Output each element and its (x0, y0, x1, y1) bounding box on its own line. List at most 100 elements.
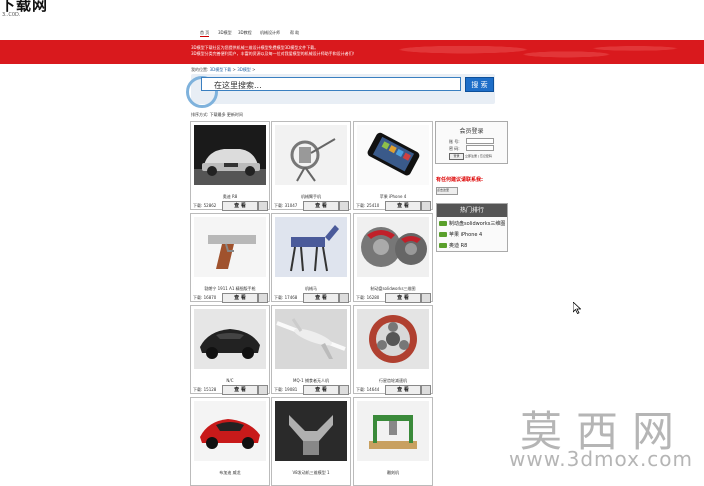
search-button[interactable]: 搜 索 (465, 77, 494, 92)
download-count: 下载: 31047 (274, 203, 298, 208)
view-button[interactable]: 查 看 (385, 293, 421, 303)
product-card[interactable]: 苹果 iPhone 4 下载: 25410 查 看 (353, 121, 433, 211)
product-card[interactable]: 奥迪 R8 下载: 52862 查 看 (190, 121, 270, 211)
ranking-item-label[interactable]: 苹果 iPhone 4 (449, 232, 482, 238)
breadcrumb-tail: > (252, 67, 256, 72)
arrow-right-icon (439, 221, 447, 226)
robot-arm-thumbnail[interactable] (275, 125, 347, 185)
download-count: 下载: 15128 (193, 387, 217, 392)
product-name[interactable]: 制动盘solidworks三维图 (354, 286, 432, 292)
breadcrumb-link-download[interactable]: 3D模型下载 (210, 67, 232, 72)
contact-notice: 有任何建议请联系我: (436, 177, 484, 183)
hot-ranking-box: 热门排行 制动盘solidworks三维图 苹果 iPhone 4 奥迪 R8 (436, 203, 508, 252)
view-button[interactable]: 查 看 (303, 385, 339, 395)
download-count: 下载: 17468 (274, 295, 298, 300)
product-name[interactable]: 布加迪 威龙 (191, 470, 269, 476)
view-button[interactable]: 查 看 (222, 201, 258, 211)
login-title: 会员登录 (459, 128, 484, 135)
view-button[interactable]: 查 看 (303, 201, 339, 211)
contact-link[interactable]: 点击这里 (436, 187, 458, 195)
product-card[interactable]: V8发动机三维模型 1 (271, 397, 351, 486)
product-card[interactable]: MQ-1 捕食者无人机 下载: 19081 查 看 (271, 305, 351, 395)
more-button[interactable] (258, 293, 268, 303)
product-card[interactable]: 机械臂手机 下载: 31047 查 看 (271, 121, 351, 211)
more-button[interactable] (421, 385, 431, 395)
view-button[interactable]: 查 看 (385, 385, 421, 395)
iphone-thumbnail[interactable] (357, 125, 429, 185)
nav-item-3d-tutorials[interactable]: 3D教程 (238, 30, 252, 36)
ranking-item[interactable]: 奥迪 R8 (439, 242, 467, 249)
product-name[interactable]: 奥迪 R8 (191, 194, 269, 200)
ranking-item[interactable]: 苹果 iPhone 4 (439, 231, 482, 238)
register-link[interactable]: 立即注册 | 忘记密码 (465, 154, 492, 158)
more-button[interactable] (421, 293, 431, 303)
product-card[interactable]: 机械马 下载: 17468 查 看 (271, 213, 351, 303)
site-subtitle: 3..C0D. (2, 12, 21, 18)
more-button[interactable] (258, 385, 268, 395)
concept-car-thumbnail[interactable] (194, 309, 266, 369)
arrow-right-icon (439, 232, 447, 237)
breadcrumb: 我的位置: 3D模型下载 > 3D模型 > (191, 67, 255, 73)
bugatti-thumbnail[interactable] (194, 401, 266, 461)
more-button[interactable] (421, 201, 431, 211)
product-name[interactable]: N/C (191, 378, 269, 383)
breadcrumb-prefix: 我的位置: (191, 67, 209, 72)
product-card[interactable]: 勃朗宁 1911 A1 精细版手枪 下载: 16870 查 看 (190, 213, 270, 303)
product-card[interactable]: 雕刻机 (353, 397, 433, 486)
download-count: 下载: 19081 (274, 387, 298, 392)
planetary-gear-thumbnail[interactable] (357, 309, 429, 369)
username-field[interactable] (466, 138, 494, 144)
product-name[interactable]: 苹果 iPhone 4 (354, 194, 432, 200)
product-name[interactable]: 行星齿轮减速机 (354, 378, 432, 384)
sort-most-downloads[interactable]: 下载最多 (210, 112, 226, 117)
ranking-item-label[interactable]: 制动盘solidworks三维图 (449, 221, 505, 227)
more-button[interactable] (258, 201, 268, 211)
sort-bar: 排序方式: 下载最多 更新时间 (191, 112, 243, 118)
nav-item-designer[interactable]: 机械设计师 (260, 30, 280, 36)
more-button[interactable] (339, 293, 349, 303)
more-button[interactable] (339, 385, 349, 395)
view-button[interactable]: 查 看 (303, 293, 339, 303)
search-input[interactable]: 在这里搜索... (201, 77, 461, 91)
ranking-title: 热门排行 (437, 204, 507, 217)
product-name[interactable]: 机械臂手机 (272, 194, 350, 200)
nav-item-help[interactable]: 帮 助 (290, 30, 299, 36)
engraving-machine-thumbnail[interactable] (357, 401, 429, 461)
nav-item-3d-models[interactable]: 3D模型 (218, 30, 232, 36)
download-count: 下载: 16870 (193, 295, 217, 300)
nav-item-home[interactable]: 首 页 (200, 30, 210, 37)
product-card[interactable]: N/C 下载: 15128 查 看 (190, 305, 270, 395)
member-login-box: 会员登录 账 号: 密 码: 登录 立即注册 | 忘记密码 (435, 121, 508, 164)
banner-text-2: 3D模型分类完善便利用户，丰富的资源以及每一位对我爱模型的机械设计师助手和设计者… (191, 51, 357, 56)
password-label: 密 码: (449, 146, 460, 151)
watermark-url: www.3dmox.com (509, 447, 694, 471)
breadcrumb-link-3d[interactable]: 3D模型 (237, 67, 251, 72)
sort-label: 排序方式: (191, 112, 209, 117)
view-button[interactable]: 查 看 (222, 293, 258, 303)
more-button[interactable] (339, 201, 349, 211)
pistol-thumbnail[interactable] (194, 217, 266, 277)
login-button[interactable]: 登录 (449, 153, 464, 160)
product-card[interactable]: 行星齿轮减速机 下载: 14644 查 看 (353, 305, 433, 395)
ranking-item-label[interactable]: 奥迪 R8 (449, 243, 467, 249)
product-name[interactable]: 雕刻机 (354, 470, 432, 476)
product-card[interactable]: 制动盘solidworks三维图 下载: 16280 查 看 (353, 213, 433, 303)
mechanical-horse-thumbnail[interactable] (275, 217, 347, 277)
password-field[interactable] (466, 145, 494, 151)
mouse-pointer-icon (573, 302, 581, 314)
drone-thumbnail[interactable] (275, 309, 347, 369)
product-name[interactable]: 机械马 (272, 286, 350, 292)
view-button[interactable]: 查 看 (222, 385, 258, 395)
product-name[interactable]: 勃朗宁 1911 A1 精细版手枪 (191, 286, 269, 292)
audi-r8-thumbnail[interactable] (194, 125, 266, 185)
product-name[interactable]: V8发动机三维模型 1 (272, 470, 350, 476)
product-name[interactable]: MQ-1 捕食者无人机 (272, 378, 350, 384)
download-count: 下载: 16280 (356, 295, 380, 300)
sort-update-time[interactable]: 更新时间 (227, 112, 243, 117)
brake-disc-thumbnail[interactable] (357, 217, 429, 277)
v8-engine-thumbnail[interactable] (275, 401, 347, 461)
view-button[interactable]: 查 看 (385, 201, 421, 211)
product-card[interactable]: 布加迪 威龙 (190, 397, 270, 486)
ranking-item[interactable]: 制动盘solidworks三维图 (439, 220, 505, 227)
world-map-graphic (360, 40, 704, 64)
